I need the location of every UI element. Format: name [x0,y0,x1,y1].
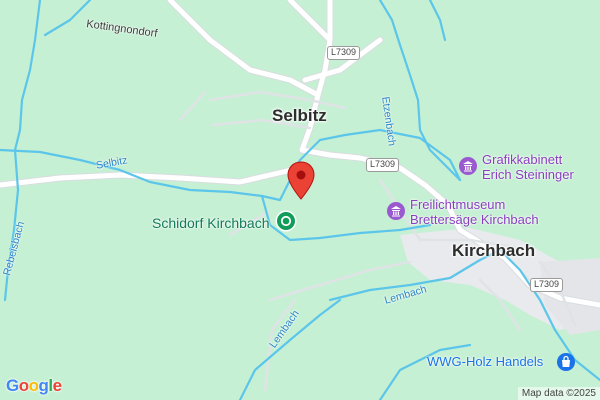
road-shield-l7309-east: L7309 [366,158,400,172]
place-label-selbitz: Selbitz [272,106,327,125]
poi-label-schidorf-kirchbach[interactable]: Schidorf Kirchbach [152,216,270,230]
road-north-branch [287,0,333,43]
park-icon[interactable] [274,209,298,233]
stream-east [428,0,447,42]
google-logo: Google [6,376,62,395]
shopping-bag-icon[interactable] [556,352,576,372]
map-pin-icon[interactable] [286,161,316,201]
minor-road-3 [178,90,207,122]
place-label-kirchbach: Kirchbach [452,241,536,260]
poi-label-freilichtmuseum-line1[interactable]: Freilichtmuseum [410,198,505,211]
road-northwest [167,0,321,98]
poi-label-wwg-holz[interactable]: WWG-Holz Handels [427,355,543,368]
poi-label-freilichtmuseum-line2[interactable]: Brettersäge Kirchbach [410,213,539,226]
map-attribution[interactable]: Map data ©2025 [517,387,600,400]
stream-etzenbach [378,0,462,182]
museum-icon[interactable] [386,201,406,221]
stream-northwest [13,0,42,152]
poi-label-grafikkabinett-line2[interactable]: Erich Steininger [482,168,574,181]
map-canvas[interactable]: Selbitz Kirchbach Kottingnondorf L7309 L… [0,0,600,400]
road-shield-l7309-southeast: L7309 [530,278,564,292]
poi-label-grafikkabinett-line1[interactable]: Grafikkabinett [482,153,562,166]
stream-branch [43,0,92,37]
road-shield-l7309-north: L7309 [327,46,361,60]
museum-icon[interactable] [458,156,478,176]
